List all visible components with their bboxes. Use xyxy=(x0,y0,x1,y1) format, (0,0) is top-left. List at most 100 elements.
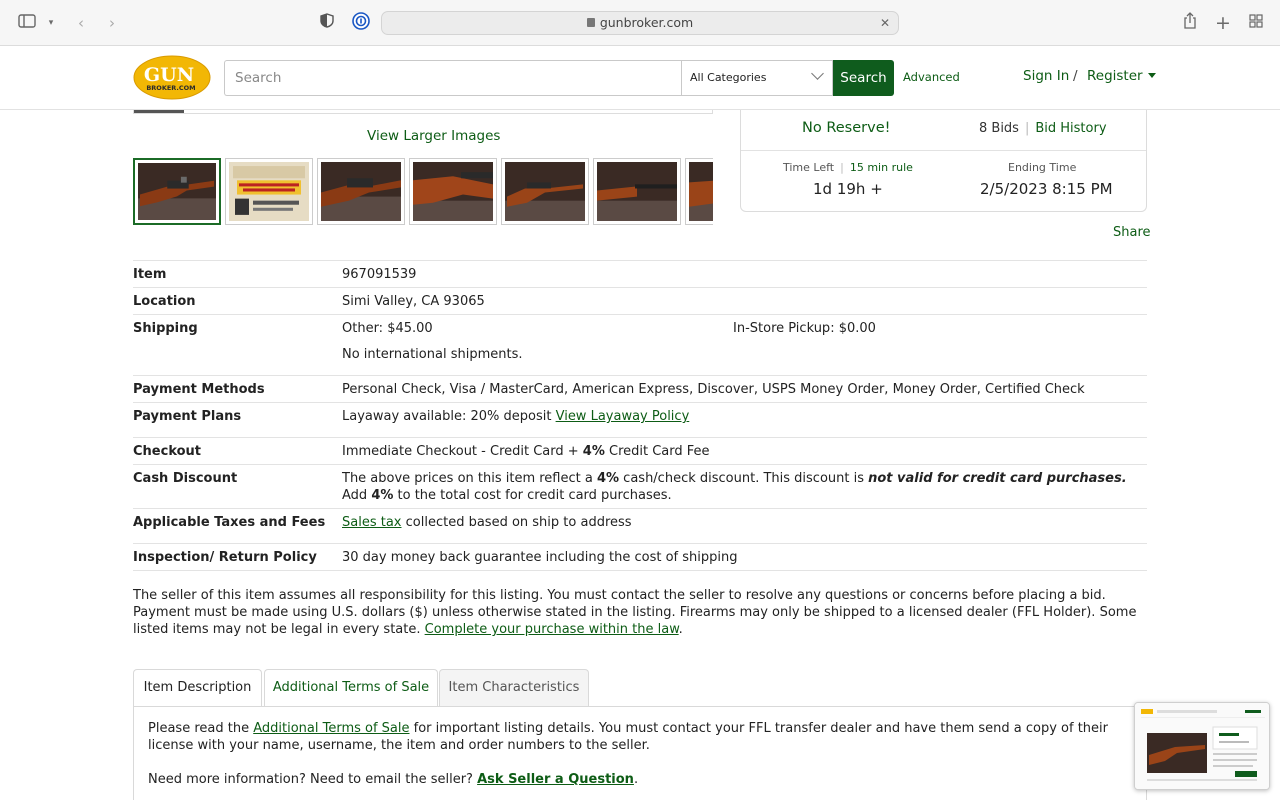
time-left-value: 1d 19h + xyxy=(813,180,883,198)
seller-disclaimer: The seller of this item assumes all resp… xyxy=(133,587,1147,638)
image-tab-indicator xyxy=(134,110,184,113)
item-tabs: Item Description Additional Terms of Sal… xyxy=(133,669,1147,709)
thumbnail[interactable] xyxy=(409,158,497,225)
site-header: GUN BROKER.COM Search All Categories Sea… xyxy=(0,47,1280,110)
bid-count: 8 Bids xyxy=(979,121,1019,136)
ask-seller-link[interactable]: Ask Seller a Question xyxy=(477,772,634,787)
detail-row-cash-discount: Cash Discount The above prices on this i… xyxy=(133,464,1147,508)
detail-label: Location xyxy=(133,294,196,309)
tab-item-description[interactable]: Item Description xyxy=(133,669,262,707)
detail-label: Shipping xyxy=(133,321,198,336)
checkout-text: Credit Card Fee xyxy=(604,444,710,459)
detail-label: Payment Plans xyxy=(133,409,242,424)
cash-text: Add xyxy=(342,488,372,503)
cash-surcharge-percent: 4% xyxy=(371,488,394,503)
ask-seller-text: Need more information? Need to email the… xyxy=(148,772,478,787)
register-menu[interactable]: Register xyxy=(1087,68,1156,84)
gunbroker-logo[interactable]: GUN BROKER.COM xyxy=(133,55,211,100)
no-reserve-label: No Reserve! xyxy=(802,120,891,136)
thumbnail[interactable] xyxy=(225,158,313,225)
detail-row-item: Item 967091539 xyxy=(133,260,1147,287)
shipping-other: Other: $45.00 xyxy=(342,321,433,336)
tab-additional-terms[interactable]: Additional Terms of Sale xyxy=(264,669,438,706)
sidebar-toggle-icon[interactable] xyxy=(16,12,38,34)
description-paragraph: Please read the Additional Terms of Sale… xyxy=(148,720,1128,754)
rifle-action-image xyxy=(321,162,401,221)
caret-down-icon xyxy=(1147,73,1156,78)
share-icon[interactable] xyxy=(1179,12,1201,34)
tab-item-characteristics[interactable]: Item Characteristics xyxy=(439,669,589,706)
forward-icon[interactable]: › xyxy=(101,12,123,34)
detail-label: Cash Discount xyxy=(133,471,238,486)
detail-row-return-policy: Inspection/ Return Policy 30 day money b… xyxy=(133,543,1147,571)
share-link[interactable]: Share xyxy=(1113,225,1151,240)
search-button[interactable]: Search xyxy=(833,60,894,96)
rifle-full-image xyxy=(505,162,585,221)
password-manager-icon[interactable] xyxy=(350,12,372,34)
detail-row-payment-plans: Payment Plans Layaway available: 20% dep… xyxy=(133,402,1147,437)
purchase-law-link[interactable]: Complete your purchase within the law xyxy=(425,622,679,637)
rifle-partial-image xyxy=(689,162,713,221)
detail-row-payment-methods: Payment Methods Personal Check, Visa / M… xyxy=(133,375,1147,402)
payment-plans-value: Layaway available: 20% deposit View Laya… xyxy=(342,408,689,425)
page-preview-thumbnail[interactable] xyxy=(1134,702,1270,790)
divider: | xyxy=(840,161,844,174)
divider: | xyxy=(1024,121,1030,136)
category-select[interactable]: All Categories xyxy=(681,60,833,96)
thumbnail-strip xyxy=(133,158,713,225)
taxes-value: Sales tax collected based on ship to add… xyxy=(342,514,632,531)
svg-text:BROKER.COM: BROKER.COM xyxy=(146,84,195,92)
page-preview-image xyxy=(1135,703,1269,789)
back-icon[interactable]: ‹ xyxy=(70,12,92,34)
thumbnail[interactable] xyxy=(685,158,713,225)
browser-toolbar: ▾ ‹ › gunbroker.com ✕ + xyxy=(0,0,1280,46)
cash-text: The above prices on this item reflect a xyxy=(342,471,597,486)
disclaimer-end: . xyxy=(678,622,683,637)
ending-time-label: Ending Time xyxy=(1008,161,1077,174)
main-image-frame xyxy=(133,110,713,114)
ask-seller-end: . xyxy=(633,772,639,787)
bid-summary-box: No Reserve! 8 Bids | Bid History Time Left… xyxy=(740,110,1147,212)
thumbnail[interactable] xyxy=(317,158,405,225)
sign-in-link[interactable]: Sign In xyxy=(1023,68,1069,84)
tab-overview-icon[interactable] xyxy=(1245,12,1267,34)
checkout-value: Immediate Checkout - Credit Card + 4% Cr… xyxy=(342,443,710,460)
payment-methods-value: Personal Check, Visa / MasterCard, Ameri… xyxy=(342,382,1085,397)
separator: / xyxy=(1073,68,1078,84)
search-input[interactable]: Search xyxy=(224,60,682,96)
description-text: Please read the xyxy=(148,721,254,736)
time-left-label: Time Left xyxy=(783,161,835,174)
svg-text:GUN: GUN xyxy=(144,64,194,86)
layaway-policy-link[interactable]: View Layaway Policy xyxy=(556,409,690,424)
view-larger-images-link[interactable]: View Larger Images xyxy=(367,128,500,144)
thumbnail[interactable] xyxy=(593,158,681,225)
ask-seller-paragraph: Need more information? Need to email the… xyxy=(148,771,1128,788)
chevron-down-icon[interactable]: ▾ xyxy=(40,12,62,34)
detail-row-taxes: Applicable Taxes and Fees Sales tax coll… xyxy=(133,508,1147,543)
category-selected: All Categories xyxy=(690,71,767,84)
detail-label: Payment Methods xyxy=(133,382,265,397)
rifle-barrel-image xyxy=(597,162,677,221)
new-tab-icon[interactable]: + xyxy=(1212,12,1234,34)
advanced-search-link[interactable]: Advanced xyxy=(903,70,960,84)
thumbnail[interactable] xyxy=(501,158,589,225)
return-policy-value: 30 day money back guarantee including th… xyxy=(342,550,738,565)
checkout-fee-percent: 4% xyxy=(582,444,605,459)
chevron-down-icon xyxy=(811,67,824,80)
register-label: Register xyxy=(1087,68,1143,84)
cash-text: to the total cost for credit card purcha… xyxy=(393,488,672,503)
bid-history-link[interactable]: Bid History xyxy=(1035,121,1106,136)
rifle-action-image xyxy=(138,163,216,220)
detail-label: Item xyxy=(133,267,167,282)
fifteen-min-rule-link[interactable]: 15 min rule xyxy=(850,161,913,174)
address-bar[interactable]: gunbroker.com ✕ xyxy=(381,11,899,35)
clear-url-icon[interactable]: ✕ xyxy=(880,12,890,34)
shield-icon[interactable] xyxy=(316,12,338,34)
rifle-stock-image xyxy=(413,162,493,221)
additional-terms-link[interactable]: Additional Terms of Sale xyxy=(253,721,409,736)
thumbnail[interactable] xyxy=(133,158,221,225)
sales-tax-link[interactable]: Sales tax xyxy=(342,515,402,530)
detail-row-checkout: Checkout Immediate Checkout - Credit Car… xyxy=(133,437,1147,464)
time-left-label-row: Time Left | 15 min rule xyxy=(783,161,913,174)
divider xyxy=(741,150,1146,151)
